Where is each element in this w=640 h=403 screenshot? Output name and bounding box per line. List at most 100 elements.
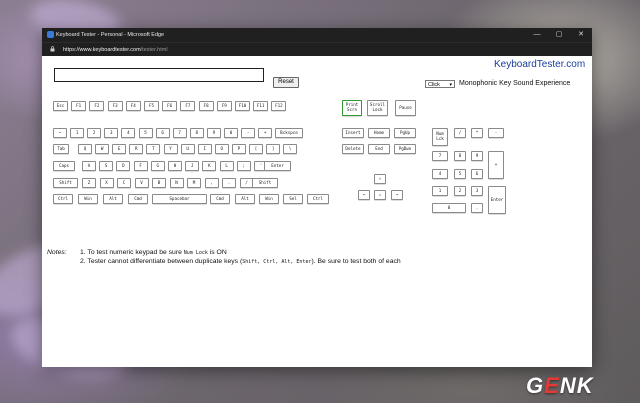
key-row_num-9-9[interactable]: 9 [206,128,221,138]
key-row_a-10-sym[interactable]: ; [236,161,251,171]
key-fn-7-f7[interactable]: F7 [180,101,196,111]
key-sys-1-scroll-lock[interactable]: Scroll Lock [367,100,388,116]
key-row_bottom-7-win[interactable]: Win [259,194,279,204]
key-row_a-12-enter[interactable]: Enter [264,161,291,171]
key-fn-1-f1[interactable]: F1 [71,101,87,111]
key-row_a-5-g[interactable]: G [150,161,165,171]
close-button[interactable]: ✕ [570,28,592,42]
key-row_q-6-y[interactable]: Y [163,144,178,154]
key-arrows-1-sym[interactable]: ← [358,190,370,200]
key-row_bottom-9-ctrl[interactable]: Ctrl [307,194,329,204]
key-row_bottom-6-alt[interactable]: Alt [235,194,255,204]
key-row_a-0-caps[interactable]: Caps [53,161,75,171]
key-arrows-2-sym[interactable]: ↓ [374,190,386,200]
key-numpad-16-sym[interactable]: . [471,203,483,213]
key-row_q-11-sym[interactable]: [ [249,144,263,154]
maximize-button[interactable]: ▢ [548,28,570,42]
key-row_a-3-d[interactable]: D [116,161,131,171]
key-row_z-9-sym[interactable]: . [222,178,236,188]
page-url[interactable]: https://www.keyboardtester.com/tester.ht… [63,47,168,53]
key-numpad-4-7[interactable]: 7 [432,151,448,161]
sound-select[interactable]: Click ▾ [425,80,455,88]
key-row_z-4-v[interactable]: V [134,178,149,188]
key-row_q-1-q[interactable]: Q [78,144,92,154]
key-fn-0-esc[interactable]: Esc [53,101,68,111]
key-numpad-5-8[interactable]: 8 [454,151,466,161]
key-nav_bot-1-end[interactable]: End [368,144,390,154]
key-row_a-7-j[interactable]: J [185,161,200,171]
key-numpad-0-num-lck[interactable]: Num Lck [432,128,448,146]
key-row_num-3-3[interactable]: 3 [104,128,119,138]
key-row_z-1-z[interactable]: Z [82,178,96,188]
key-numpad-14-enter[interactable]: Enter [488,186,506,214]
key-row_num-2-2[interactable]: 2 [87,128,102,138]
key-row_num-1-1[interactable]: 1 [70,128,85,138]
key-row_q-0-tab[interactable]: Tab [53,144,69,154]
key-row_q-10-p[interactable]: P [231,144,246,154]
key-row_num-0-sym[interactable]: ~ [53,128,67,138]
key-row_num-12-sym[interactable]: + [258,128,273,138]
key-fn-8-f8[interactable]: F8 [198,101,214,111]
key-row_num-8-8[interactable]: 8 [189,128,204,138]
key-row_q-9-o[interactable]: O [214,144,229,154]
key-row_num-11-sym[interactable]: - [241,128,256,138]
key-row_q-13-sym[interactable]: \ [283,144,298,154]
key-row_bottom-0-ctrl[interactable]: Ctrl [53,194,73,204]
key-numpad-12-2[interactable]: 2 [454,186,466,196]
key-row_a-2-s[interactable]: S [99,161,114,171]
key-row_a-9-l[interactable]: L [219,161,234,171]
key-fn-6-f6[interactable]: F6 [162,101,178,111]
key-numpad-9-5[interactable]: 5 [454,169,466,179]
key-row_bottom-1-win[interactable]: Win [78,194,98,204]
key-row_z-11-shift[interactable]: Shift [252,178,278,188]
key-row_a-1-a[interactable]: A [82,161,96,171]
key-row_q-4-r[interactable]: R [129,144,144,154]
key-arrows-3-sym[interactable]: → [391,190,403,200]
key-nav_top-0-insert[interactable]: Insert [342,128,364,138]
key-row_num-6-6[interactable]: 6 [155,128,170,138]
key-row_q-2-w[interactable]: W [95,144,110,154]
key-row_a-4-f[interactable]: F [133,161,148,171]
key-numpad-1-sym[interactable]: / [454,128,466,138]
key-row_z-8-sym[interactable]: , [204,178,219,188]
key-row_a-8-k[interactable]: K [202,161,217,171]
address-bar[interactable]: https://www.keyboardtester.com/tester.ht… [42,42,592,57]
key-row_num-13-bckspce[interactable]: Bckspce [275,128,303,138]
key-row_q-7-u[interactable]: U [180,144,195,154]
key-row_bottom-8-sel[interactable]: Sel [283,194,303,204]
key-fn-12-f12[interactable]: F12 [271,101,287,111]
key-row_num-4-4[interactable]: 4 [121,128,136,138]
key-fn-4-f4[interactable]: F4 [125,101,141,111]
key-row_bottom-2-alt[interactable]: Alt [103,194,123,204]
key-fn-9-f9[interactable]: F9 [216,101,232,111]
key-numpad-10-6[interactable]: 6 [471,169,483,179]
key-fn-5-f5[interactable]: F5 [144,101,159,111]
key-row_z-2-x[interactable]: X [99,178,114,188]
key-numpad-2-sym[interactable]: * [471,128,483,138]
minimize-button[interactable]: — [526,28,548,42]
key-nav_top-2-pgup[interactable]: PgUp [394,128,416,138]
key-sys-0-print-scrn[interactable]: Print Scrn [342,100,362,116]
lock-icon[interactable] [50,46,55,52]
key-row_num-5-5[interactable]: 5 [138,128,153,138]
key-row_bottom-4-spacebar[interactable]: Spacebar [152,194,207,204]
key-row_q-3-e[interactable]: E [112,144,127,154]
key-row_a-6-h[interactable]: H [168,161,182,171]
key-numpad-13-3[interactable]: 3 [471,186,483,196]
key-row_q-5-t[interactable]: T [146,144,161,154]
key-numpad-8-4[interactable]: 4 [432,169,448,179]
key-nav_top-1-home[interactable]: Home [368,128,390,138]
key-sys-2-pause[interactable]: Pause [395,100,416,116]
key-fn-2-f2[interactable]: F2 [89,101,105,111]
key-fn-10-f10[interactable]: F10 [235,101,250,111]
key-numpad-15-0[interactable]: 0 [432,203,466,213]
key-row_num-10-0[interactable]: 0 [224,128,238,138]
key-row_q-12-sym[interactable]: ] [266,144,281,154]
key-row_z-7-m[interactable]: M [187,178,201,188]
key-arrows-0-sym[interactable]: ↑ [374,174,386,184]
key-nav_bot-0-delete[interactable]: Delete [342,144,364,154]
reset-button[interactable]: Reset [273,77,299,88]
key-numpad-3-sym[interactable]: - [488,128,504,138]
key-fn-3-f3[interactable]: F3 [107,101,123,111]
key-row_z-6-n[interactable]: N [169,178,184,188]
